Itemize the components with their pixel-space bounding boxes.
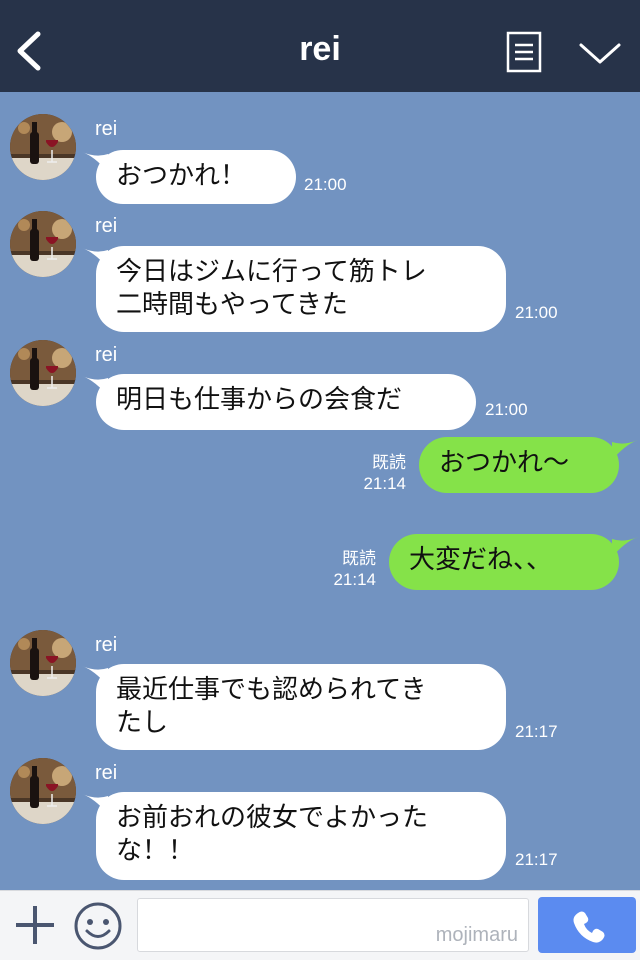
collapse-button[interactable]: [578, 36, 622, 70]
message-bubble[interactable]: 今日はジムに行って筋トレ 二時間もやってきた: [96, 246, 506, 332]
notes-button[interactable]: [506, 31, 542, 73]
sender-name: rei: [95, 344, 118, 366]
message-text-line-1: 最近仕事でも認められてき: [116, 675, 427, 705]
phone-icon: [573, 911, 605, 943]
chat-title: rei: [299, 30, 341, 68]
message-time: 21:00: [304, 175, 347, 194]
message-input[interactable]: mojimaru: [137, 898, 529, 952]
avatar[interactable]: [10, 630, 76, 696]
message-bubble[interactable]: おつかれ！: [96, 150, 296, 204]
read-receipt: 既読 21:14: [356, 452, 406, 494]
message-text-line-2: な！！: [116, 836, 195, 866]
message-time: 21:00: [515, 303, 558, 322]
message-time: 21:00: [485, 400, 528, 419]
sender-name: rei: [95, 118, 118, 140]
message-bubble-outgoing[interactable]: 大変だね、、: [389, 534, 619, 590]
back-button[interactable]: [10, 26, 50, 76]
add-button[interactable]: [12, 902, 58, 948]
chat-header: rei: [0, 0, 640, 92]
plus-icon: [16, 906, 54, 944]
message-text-line-2: 二時間もやってきた: [116, 290, 348, 320]
message-bubble[interactable]: お前おれの彼女でよかった な！！: [96, 792, 506, 880]
sender-name: rei: [95, 634, 118, 656]
message-bubble-outgoing[interactable]: おつかれ〜: [419, 437, 619, 493]
avatar[interactable]: [10, 211, 76, 277]
emoji-button[interactable]: [72, 900, 124, 952]
sender-name: rei: [95, 762, 118, 784]
message-text: 明日も仕事からの会食だ: [116, 385, 403, 415]
chevron-down-icon: [579, 43, 621, 64]
watermark: mojimaru: [435, 924, 518, 946]
read-label: 既読: [372, 453, 406, 472]
avatar[interactable]: [10, 758, 76, 824]
read-receipt: 既読 21:14: [326, 548, 376, 590]
message-text: 大変だね、、: [409, 545, 553, 575]
message-text-line-2: たし: [116, 708, 169, 738]
bubble-tail: [612, 440, 638, 460]
message-text: おつかれ！: [116, 161, 247, 191]
note-icon: [506, 31, 542, 73]
message-time: 21:14: [333, 570, 376, 589]
message-text-line-1: 今日はジムに行って筋トレ: [116, 257, 427, 287]
message-text: おつかれ〜: [439, 448, 570, 478]
message-bubble[interactable]: 明日も仕事からの会食だ: [96, 374, 476, 430]
avatar[interactable]: [10, 114, 76, 180]
chat-area[interactable]: rei おつかれ！ 21:00 rei 今日はジムに行って筋トレ 二時間もやって…: [0, 92, 640, 890]
message-text-line-1: お前おれの彼女でよかった: [116, 803, 429, 833]
call-button[interactable]: [538, 897, 636, 953]
message-bubble[interactable]: 最近仕事でも認められてき たし: [96, 664, 506, 750]
bubble-tail: [612, 537, 638, 557]
read-label: 既読: [342, 549, 376, 568]
smiley-icon: [74, 902, 122, 950]
message-time: 21:17: [515, 722, 558, 741]
sender-name: rei: [95, 215, 118, 237]
message-time: 21:14: [363, 474, 406, 493]
chevron-left-icon: [17, 31, 41, 71]
input-bar: mojimaru: [0, 890, 640, 960]
message-time: 21:17: [515, 850, 558, 869]
avatar[interactable]: [10, 340, 76, 406]
